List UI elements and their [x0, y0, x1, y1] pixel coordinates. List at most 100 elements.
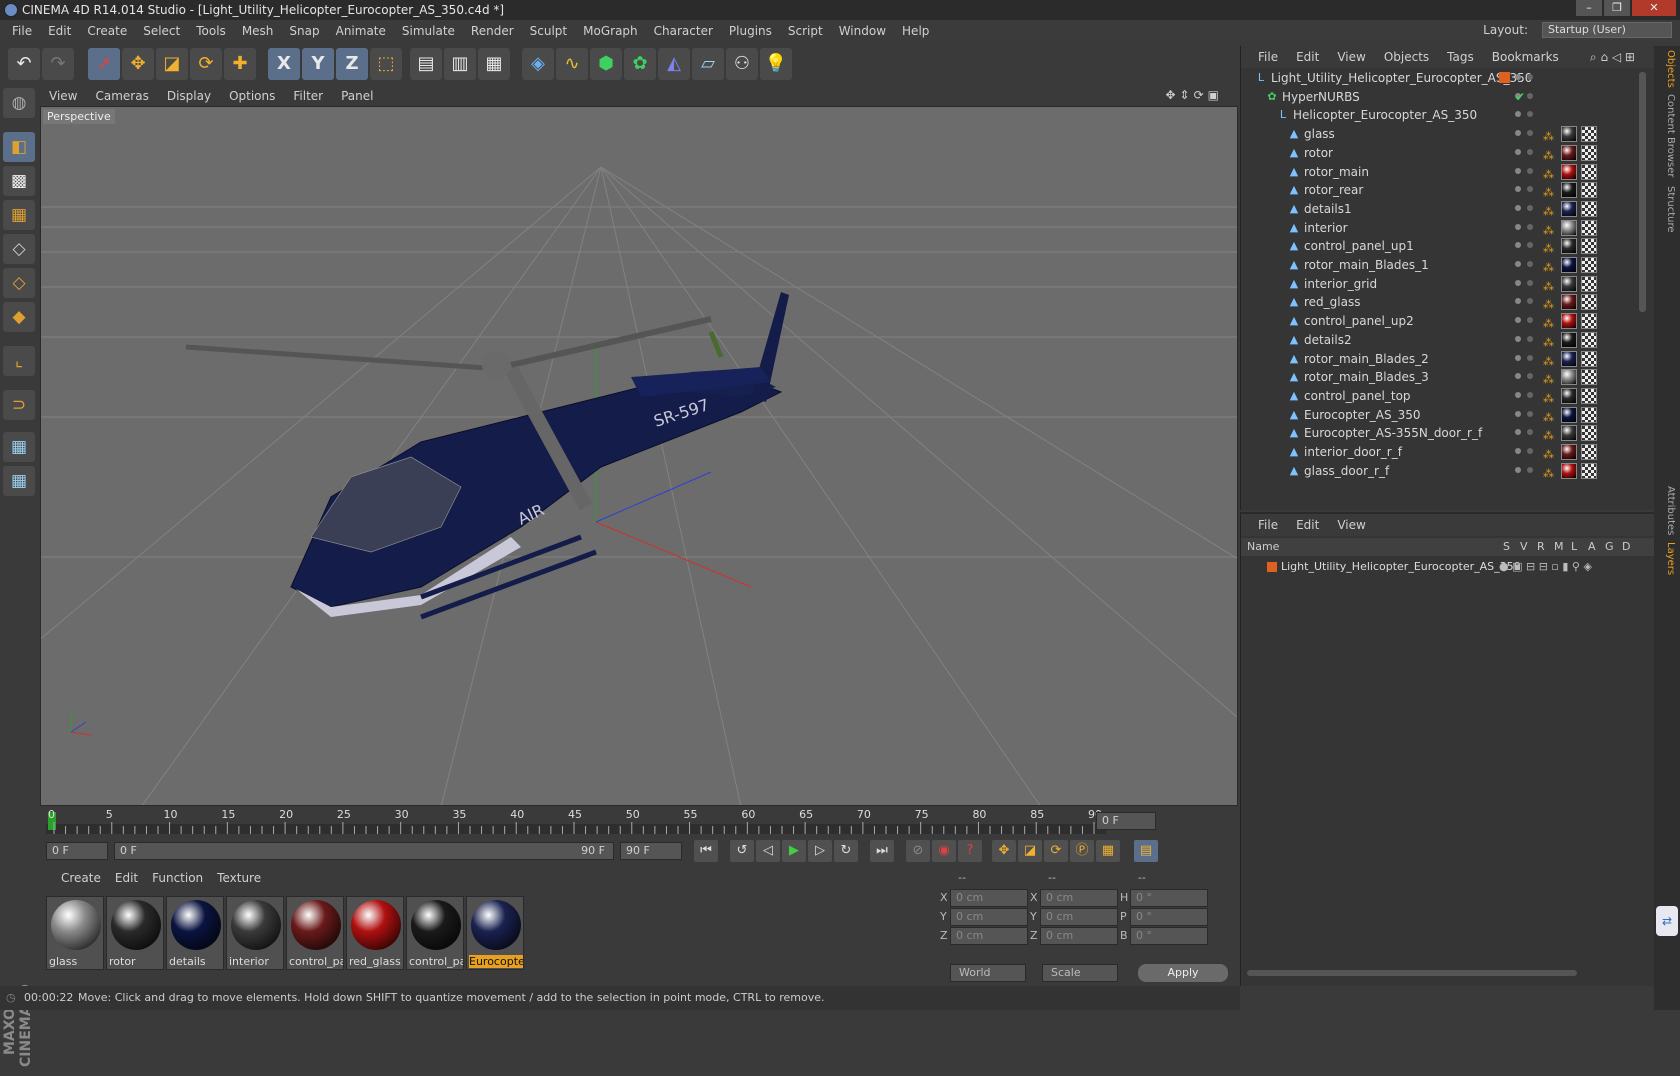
object-row[interactable]: ▲ rotor_main_Blades_3 ⁂ [1241, 367, 1649, 387]
minimize-button[interactable]: – [1576, 0, 1602, 16]
uvw-tag-icon[interactable] [1581, 163, 1597, 180]
viewport-nav-icons[interactable]: ✥⇕⟳▣ [1156, 88, 1232, 102]
layer-column-header[interactable]: V [1520, 538, 1528, 556]
material-menu-texture[interactable]: Texture [210, 871, 268, 885]
viewport-menu-view[interactable]: View [40, 89, 86, 103]
object-menu-bookmarks[interactable]: Bookmarks [1483, 50, 1568, 64]
visibility-dots[interactable] [1515, 448, 1535, 456]
uvw-tag-icon[interactable] [1581, 369, 1597, 386]
object-row[interactable]: ▲ interior ⁂ [1241, 218, 1649, 238]
coordinate-field[interactable]: 0 cm [950, 908, 1028, 926]
object-row[interactable]: ▲ rotor_main ⁂ [1241, 162, 1649, 182]
visibility-dots[interactable] [1515, 298, 1535, 306]
menu-mesh[interactable]: Mesh [234, 24, 282, 38]
key-pla-icon[interactable]: ▦ [1096, 840, 1120, 862]
floor-scene-icon[interactable]: ▱ [692, 48, 724, 80]
move-tool-icon[interactable]: ✥ [122, 48, 154, 80]
menu-help[interactable]: Help [894, 24, 937, 38]
object-row[interactable]: ▲ interior_door_r_f ⁂ [1241, 442, 1649, 462]
viewport-menu-display[interactable]: Display [158, 89, 220, 103]
object-tags[interactable]: ⁂ [1543, 425, 1613, 442]
spline-icon[interactable]: ∿ [556, 48, 588, 80]
object-menu-tags[interactable]: Tags [1438, 50, 1483, 64]
material-tag-icon[interactable] [1561, 387, 1577, 404]
snap-icon[interactable]: ▦ [3, 466, 35, 496]
tab-attributes[interactable]: Attributes [1658, 486, 1676, 535]
material-tag-icon[interactable] [1561, 444, 1577, 460]
layer-column-header[interactable]: S [1503, 538, 1510, 556]
object-tags[interactable]: ⁂ [1543, 462, 1613, 480]
object-search-icon[interactable]: ⌕ ⌂ ◁ ⊞ [1581, 50, 1644, 65]
object-tags[interactable]: ⁂ [1543, 313, 1613, 330]
visibility-dots[interactable] [1515, 354, 1535, 363]
coordinate-field[interactable]: 0 ° [1130, 889, 1208, 907]
uvw-tag-icon[interactable] [1581, 294, 1597, 311]
key-rotation-icon[interactable]: ⟳ [1044, 840, 1068, 862]
menu-create[interactable]: Create [79, 24, 135, 38]
start-frame-field[interactable]: 0 F [46, 842, 108, 860]
material-tag-icon[interactable] [1561, 200, 1577, 217]
uvw-tag-icon[interactable] [1581, 350, 1597, 367]
object-row[interactable]: ▲ red_glass ⁂ [1241, 292, 1649, 312]
layer-column-header[interactable]: G [1605, 538, 1614, 556]
timeline-window-icon[interactable]: ▤ [1134, 840, 1158, 862]
previous-frame-icon[interactable]: ◁ [756, 840, 780, 862]
redo-icon[interactable]: ↷ [42, 48, 74, 80]
menu-select[interactable]: Select [135, 24, 188, 38]
uvw-tag-icon[interactable] [1581, 238, 1597, 255]
object-tags[interactable]: ⁂ [1543, 126, 1613, 143]
menu-script[interactable]: Script [780, 24, 831, 38]
uvw-tag-icon[interactable] [1581, 182, 1597, 199]
recent-tools-icon[interactable]: ✚ [224, 48, 256, 80]
visibility-dots[interactable] [1515, 74, 1535, 82]
object-tags[interactable]: ⁂ [1543, 257, 1613, 274]
render-settings-icon[interactable]: ▦ [478, 48, 510, 80]
scale-tool-icon[interactable]: ◪ [156, 48, 188, 80]
render-picture-viewer-icon[interactable]: ▥ [444, 48, 476, 80]
make-editable-icon[interactable]: ◍ [3, 88, 35, 118]
object-tags[interactable]: ⁂ [1543, 238, 1613, 255]
workplane-icon[interactable]: ▦ [3, 200, 35, 230]
next-frame-icon[interactable]: ▷ [808, 840, 832, 862]
menu-mograph[interactable]: MoGraph [575, 24, 646, 38]
layer-column-header[interactable]: M [1554, 538, 1564, 556]
visibility-dots[interactable] [1515, 261, 1535, 269]
material-item[interactable]: control_pa [286, 896, 344, 970]
light-icon[interactable]: 💡 [760, 48, 792, 80]
uvw-tag-icon[interactable] [1581, 219, 1597, 236]
visibility-dots[interactable] [1515, 242, 1535, 250]
coordinate-field[interactable]: 0 cm [1040, 927, 1118, 945]
material-item[interactable]: interior [226, 896, 284, 970]
y-axis-lock-icon[interactable]: Y [302, 48, 334, 80]
key-position-icon[interactable]: ✥ [992, 840, 1016, 862]
perspective-viewport[interactable]: SR-597 AIR Perspective [40, 106, 1238, 806]
viewport-menu-filter[interactable]: Filter [284, 89, 332, 103]
go-to-end-icon[interactable]: ⏭ [870, 840, 894, 862]
object-tags[interactable]: ⁂ [1543, 369, 1613, 386]
uvw-tag-icon[interactable] [1581, 275, 1597, 292]
material-menu-edit[interactable]: Edit [108, 871, 145, 885]
object-row[interactable]: ▲ details2 ⁂ [1241, 330, 1649, 350]
visibility-dots[interactable] [1515, 335, 1535, 344]
undo-icon[interactable]: ↶ [8, 48, 40, 80]
menu-tools[interactable]: Tools [188, 24, 234, 38]
menu-plugins[interactable]: Plugins [721, 24, 780, 38]
autokeying-icon[interactable]: ◉ [932, 840, 956, 862]
visibility-dots[interactable] [1515, 429, 1535, 437]
next-key-icon[interactable]: ↻ [834, 840, 858, 862]
material-tag-icon[interactable] [1561, 219, 1577, 236]
visibility-dots[interactable] [1515, 466, 1535, 475]
visibility-dots[interactable] [1515, 130, 1535, 138]
object-tags[interactable]: ⁂ [1543, 294, 1613, 311]
uvw-tag-icon[interactable] [1581, 126, 1597, 143]
material-item[interactable]: rotor [106, 896, 164, 970]
object-tags[interactable]: ⁂ [1543, 182, 1613, 199]
viewport-menu-options[interactable]: Options [220, 89, 284, 103]
material-tag-icon[interactable] [1561, 462, 1577, 479]
object-tags[interactable]: ⁂ [1543, 163, 1613, 181]
visibility-dots[interactable] [1515, 391, 1535, 400]
menu-window[interactable]: Window [831, 24, 894, 38]
live-selection-icon[interactable]: ➚ [88, 48, 120, 80]
polygons-mode-icon[interactable]: ◆ [3, 302, 35, 332]
uvw-tag-icon[interactable] [1581, 144, 1597, 161]
